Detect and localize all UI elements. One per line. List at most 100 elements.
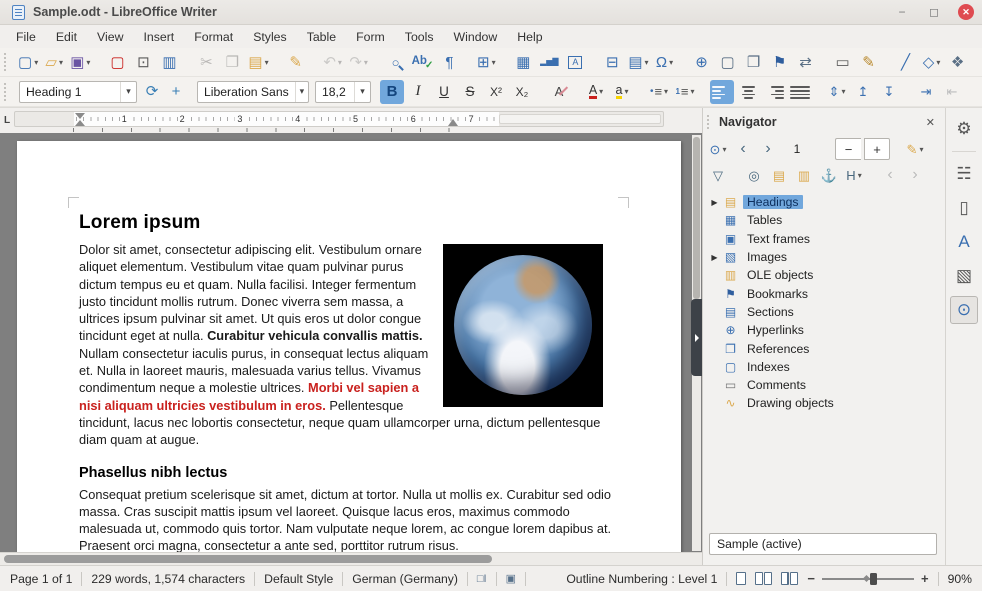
insert-image-button[interactable]: ▦	[511, 50, 535, 74]
drag-mode-button[interactable]: ✎	[904, 138, 926, 160]
insert-textbox-button[interactable]: A	[563, 50, 587, 74]
navigate-by-button[interactable]: ⊙	[707, 138, 729, 160]
zoom-slider[interactable]	[822, 572, 914, 585]
find-replace-button[interactable]: ○	[384, 50, 408, 74]
increase-paragraph-spacing-button[interactable]: ↥	[851, 80, 875, 104]
open-button[interactable]: ▱	[42, 50, 66, 74]
outline-level-status[interactable]: Outline Numbering : Level 1	[566, 572, 717, 586]
spell-check-button[interactable]: Ab	[410, 50, 436, 74]
insert-chart-button[interactable]: ▂▅▇	[537, 50, 561, 74]
earth-image[interactable]	[443, 244, 603, 407]
header-button[interactable]: ▤	[768, 164, 790, 186]
sidebar-styles-tab[interactable]: A	[950, 228, 978, 256]
subscript-button[interactable]: X₂	[510, 80, 534, 104]
export-pdf-button[interactable]: ▢	[105, 50, 129, 74]
multi-page-view-button[interactable]	[755, 572, 773, 585]
bold-button[interactable]: B	[380, 79, 404, 104]
chevron-down-icon[interactable]	[120, 81, 136, 102]
promote-level-button[interactable]: ‹	[879, 164, 901, 186]
close-button[interactable]: ✕	[958, 4, 974, 20]
insert-table-button[interactable]: ⊞	[474, 50, 498, 74]
numbered-list-button[interactable]: ≡	[673, 80, 697, 104]
new-document-button[interactable]: ▢	[16, 50, 40, 74]
demote-level-button[interactable]: ›	[904, 164, 926, 186]
document-modified-icon[interactable]: ▣	[506, 572, 516, 585]
vertical-scrollbar-thumb[interactable]	[693, 137, 700, 299]
page-style[interactable]: Default Style	[264, 572, 333, 586]
list-box-plus-button[interactable]: +	[864, 138, 890, 160]
paragraph-style-combo[interactable]: Heading 1	[19, 80, 137, 103]
list-box-minus-button[interactable]: −	[835, 138, 861, 160]
paste-button[interactable]: ▤	[246, 50, 270, 74]
chevron-down-icon[interactable]	[294, 81, 308, 102]
strikethrough-button[interactable]: S	[458, 80, 482, 104]
panel-grip[interactable]	[707, 115, 712, 129]
horizontal-ruler[interactable]: 1 2 3 4 5 6 7	[14, 111, 664, 127]
paragraph-1[interactable]: Dolor sit amet, consectetur adipiscing e…	[79, 241, 619, 449]
formatting-marks-button[interactable]: ¶	[437, 50, 461, 74]
cross-reference-button[interactable]: ⇄	[794, 50, 818, 74]
zoom-percent[interactable]: 90%	[948, 572, 972, 586]
insert-bookmark-button[interactable]: ⚑	[768, 50, 792, 74]
sidebar-gallery-tab[interactable]: ▧	[950, 262, 978, 290]
chevron-down-icon[interactable]	[354, 81, 370, 102]
sidebar-navigator-tab[interactable]: ⊙	[950, 296, 978, 324]
horizontal-scrollbar-thumb[interactable]	[4, 555, 492, 563]
zoom-out-button[interactable]: −	[807, 571, 815, 586]
clone-formatting-button[interactable]: ✎	[284, 50, 308, 74]
sidebar-settings-tab[interactable]: ⚙	[950, 115, 978, 143]
restore-button[interactable]: ◻	[926, 4, 942, 20]
decrease-paragraph-spacing-button[interactable]: ↧	[877, 80, 901, 104]
justify-button[interactable]	[788, 80, 812, 104]
page-count[interactable]: Page 1 of 1	[10, 572, 72, 586]
sidebar-hide-handle[interactable]	[691, 299, 702, 376]
bullet-list-button[interactable]: ≡	[647, 80, 671, 104]
page[interactable]: Lorem ipsum Dolor sit amet, consectetur …	[17, 141, 681, 565]
basic-shapes-button[interactable]: ◇	[920, 50, 944, 74]
document-heading-1[interactable]: Lorem ipsum	[79, 212, 619, 234]
minimize-button[interactable]: −	[894, 4, 910, 20]
document-heading-2[interactable]: Phasellus nibh lectus	[79, 465, 619, 481]
tab-stop-selector[interactable]: L	[4, 115, 10, 126]
new-style-button[interactable]: +	[164, 80, 188, 104]
decrease-indent-button[interactable]: ⇤	[940, 80, 964, 104]
text-language[interactable]: German (Germany)	[352, 572, 458, 586]
align-center-button[interactable]	[736, 80, 760, 104]
highlight-color-button[interactable]: a	[610, 80, 634, 104]
document-area[interactable]: Lorem ipsum Dolor sit amet, consectetur …	[0, 133, 702, 565]
undo-button[interactable]: ↶	[321, 50, 345, 74]
right-indent-marker[interactable]	[448, 119, 458, 126]
line-spacing-button[interactable]: ⇕	[825, 80, 849, 104]
single-page-view-button[interactable]	[736, 572, 747, 585]
filter-button[interactable]: ▽	[707, 164, 729, 186]
print-preview-button[interactable]: ▥	[157, 50, 181, 74]
book-view-button[interactable]	[781, 572, 799, 585]
insert-field-button[interactable]: ▤	[626, 50, 650, 74]
anchor-button[interactable]: ⚓	[818, 164, 840, 186]
expand-arrow-icon[interactable]	[707, 198, 722, 207]
footer-button[interactable]: ▥	[793, 164, 815, 186]
previous-button[interactable]: ‹	[732, 138, 754, 160]
save-button[interactable]: ▣	[68, 50, 92, 74]
first-line-indent-marker[interactable]	[75, 113, 85, 119]
clear-formatting-button[interactable]: A	[547, 80, 571, 104]
font-size-combo[interactable]: 18,2	[315, 80, 371, 103]
next-button[interactable]: ›	[757, 138, 779, 160]
sidebar-properties-tab[interactable]: ☵	[950, 160, 978, 188]
heading-levels-button[interactable]: H	[843, 164, 865, 186]
word-count[interactable]: 229 words, 1,574 characters	[91, 572, 245, 586]
zoom-in-button[interactable]: +	[921, 571, 929, 586]
selection-mode-icon[interactable]: □I	[477, 573, 487, 585]
font-name-combo[interactable]: Liberation Sans	[197, 80, 309, 103]
insert-comment-button[interactable]: ▭	[831, 50, 855, 74]
content-navigation-view-button[interactable]: ◎	[743, 164, 765, 186]
font-color-button[interactable]: A	[584, 80, 608, 104]
print-button[interactable]: ⊡	[131, 50, 155, 74]
increase-indent-button[interactable]: ⇥	[914, 80, 938, 104]
italic-button[interactable]: I	[406, 80, 430, 104]
paragraph-2[interactable]: Consequat pretium scelerisque sit amet, …	[79, 486, 619, 555]
page-break-button[interactable]: ⊟	[600, 50, 624, 74]
insert-endnote-button[interactable]: ❐	[742, 50, 766, 74]
navigator-document-selector[interactable]: Sample (active)	[709, 533, 937, 555]
horizontal-scrollbar[interactable]	[0, 552, 702, 565]
